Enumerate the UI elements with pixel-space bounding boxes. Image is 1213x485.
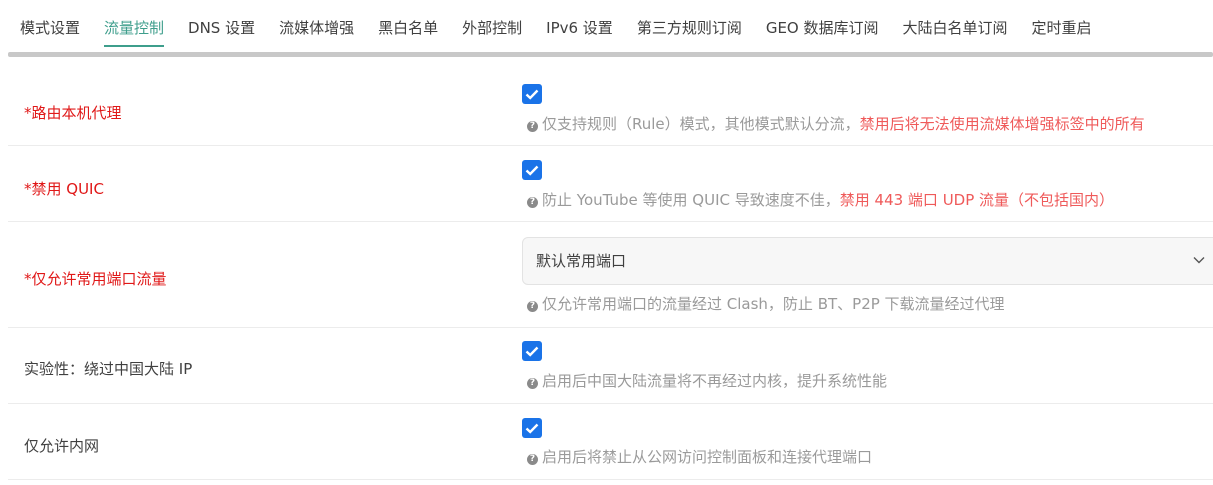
disable-quic-field [522, 160, 1213, 180]
disable-quic-help-warning: 禁用 443 端口 UDP 流量（不包括国内） [839, 191, 1115, 209]
common-ports-select[interactable]: 默认常用端口 [522, 237, 1213, 285]
tab-ipv6-settings[interactable]: IPv6 设置 [546, 0, 613, 54]
bypass-china-field [522, 341, 1213, 361]
setting-row-disable-quic: *禁用 QUIC [8, 146, 1213, 222]
question-circle-icon: ? [527, 454, 538, 465]
tab-bar: 模式设置 流量控制 DNS 设置 流媒体增强 黑白名单 外部控制 IPv6 设置… [0, 0, 1213, 56]
router-proxy-label: *路由本机代理 [24, 104, 122, 122]
common-ports-label: *仅允许常用端口流量 [24, 270, 167, 288]
tab-streaming-enhance[interactable]: 流媒体增强 [279, 0, 354, 54]
lan-only-checkbox[interactable] [522, 418, 542, 438]
bypass-china-help-text: 启用后中国大陆流量将不再经过内核，提升系统性能 [542, 372, 888, 390]
tab-scheduled-restart[interactable]: 定时重启 [1032, 0, 1092, 54]
bypass-china-checkbox[interactable] [522, 341, 542, 361]
checkmark-icon [525, 346, 539, 357]
setting-row-bypass-china: 实验性：绕过中国大陆 IP [8, 328, 1213, 404]
common-ports-help-text: 仅允许常用端口的流量经过 Clash，防止 BT、P2P 下载流量经过代理 [542, 295, 1005, 313]
checkmark-icon [525, 165, 539, 176]
disable-quic-checkbox[interactable] [522, 160, 542, 180]
tab-geo-database[interactable]: GEO 数据库订阅 [766, 0, 879, 54]
tab-black-white-list[interactable]: 黑白名单 [378, 0, 438, 54]
tab-bar-divider [8, 52, 1213, 57]
lan-only-label: 仅允许内网 [24, 437, 100, 455]
router-proxy-help-text: 仅支持规则（Rule）模式，其他模式默认分流， [542, 115, 860, 133]
bypass-china-label: 实验性：绕过中国大陆 IP [24, 360, 193, 378]
tab-china-whitelist[interactable]: 大陆白名单订阅 [903, 0, 1008, 54]
router-proxy-help: ? 仅支持规则（Rule）模式，其他模式默认分流，禁用后将无法使用流媒体增强标签中… [527, 114, 1213, 134]
router-proxy-help-warning: 禁用后将无法使用流媒体增强标签中的所有 [859, 115, 1145, 133]
question-circle-icon: ? [527, 197, 538, 208]
common-ports-select-value: 默认常用端口 [536, 252, 627, 270]
common-ports-help: ? 仅允许常用端口的流量经过 Clash，防止 BT、P2P 下载流量经过代理 [527, 294, 1213, 314]
lan-only-field [522, 418, 1213, 438]
setting-row-lan-only: 仅允许内网 [8, 404, 1213, 480]
question-circle-icon: ? [527, 121, 538, 132]
question-circle-icon: ? [527, 378, 538, 389]
chevron-down-icon [1193, 257, 1205, 264]
tab-traffic-control[interactable]: 流量控制 [104, 0, 165, 54]
tab-third-party-rules[interactable]: 第三方规则订阅 [637, 0, 742, 54]
tab-mode-settings[interactable]: 模式设置 [20, 0, 80, 54]
lan-only-help-text: 启用后将禁止从公网访问控制面板和连接代理端口 [542, 448, 873, 466]
tab-dns-settings[interactable]: DNS 设置 [188, 0, 255, 54]
router-proxy-checkbox[interactable] [522, 84, 542, 104]
setting-row-router-proxy: *路由本机代理 [8, 70, 1213, 146]
disable-quic-help: ? 防止 YouTube 等使用 QUIC 导致速度不佳，禁用 443 端口 UD… [527, 190, 1213, 210]
tab-external-control[interactable]: 外部控制 [462, 0, 522, 54]
lan-only-help: ? 启用后将禁止从公网访问控制面板和连接代理端口 [527, 447, 1213, 467]
checkmark-icon [525, 423, 539, 434]
checkmark-icon [525, 89, 539, 100]
disable-quic-label: *禁用 QUIC [24, 180, 104, 198]
router-proxy-field [522, 84, 1213, 104]
bypass-china-help: ? 启用后中国大陆流量将不再经过内核，提升系统性能 [527, 371, 1213, 391]
disable-quic-help-text: 防止 YouTube 等使用 QUIC 导致速度不佳， [542, 191, 840, 209]
question-circle-icon: ? [527, 301, 538, 312]
